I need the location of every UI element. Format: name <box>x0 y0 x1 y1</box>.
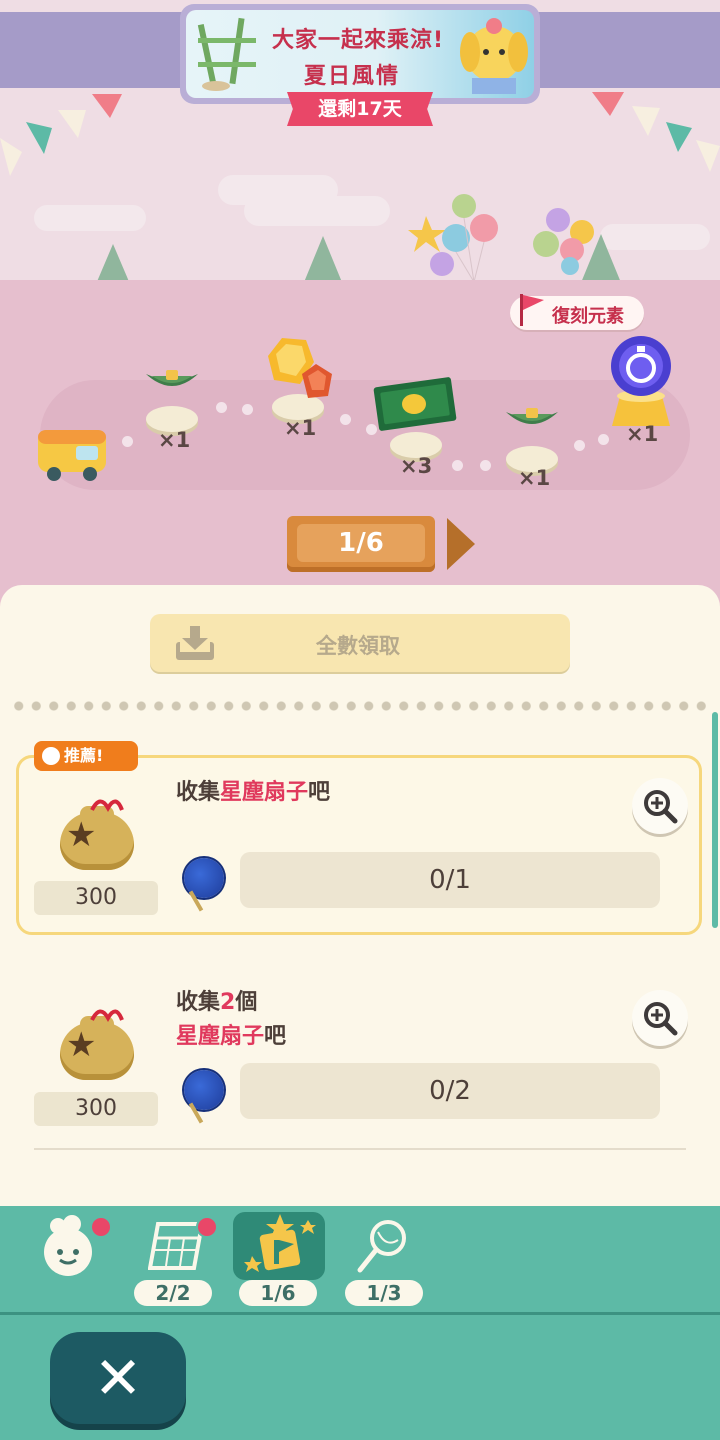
recommend-label: 推薦! <box>64 746 104 765</box>
download-tray-icon <box>176 626 214 660</box>
isabelle-icon <box>460 18 528 94</box>
villager-face-icon <box>42 747 60 765</box>
notification-dot <box>90 1216 112 1238</box>
mission-item-name: 星塵扇子 <box>176 1024 265 1049</box>
card-divider <box>34 1148 686 1150</box>
mission-text: 收集 <box>176 990 221 1015</box>
mission-item-name: 星塵扇子 <box>220 780 309 805</box>
path-dot <box>242 404 253 415</box>
path-dot <box>452 460 463 471</box>
path-dot <box>216 402 227 413</box>
reward-bells: 300 <box>34 881 158 915</box>
reward-quantity: ×1 <box>518 466 551 490</box>
days-remaining-badge: 還剩17天 <box>287 92 433 126</box>
path-dot <box>598 434 609 445</box>
mission-title-line2: 星塵扇子吧 <box>176 1020 286 1054</box>
page-indicator-label: 1/6 <box>297 524 425 562</box>
bunting-left <box>0 94 122 176</box>
reward-quantity: ×1 <box>158 428 191 452</box>
path-dot <box>480 460 491 471</box>
event-title: 大家一起來乘涼! <box>272 28 445 53</box>
reward-path <box>40 380 690 490</box>
event-subtitle: 夏日風情 <box>304 64 401 89</box>
leaf-boat-icon[interactable] <box>504 402 560 434</box>
cloud <box>34 205 146 231</box>
mission-text: 個 <box>235 990 258 1015</box>
scrollbar[interactable] <box>712 712 718 928</box>
balloons-icon <box>408 194 498 283</box>
mission-text: 收集 <box>176 780 221 805</box>
red-flag-icon <box>520 294 544 326</box>
star-icon: ★ <box>66 815 97 855</box>
mission-text: 吧 <box>308 780 331 805</box>
close-icon[interactable]: ✕ <box>50 1332 186 1424</box>
leaf-boat-icon[interactable] <box>144 364 200 396</box>
mission-title: 收集星塵扇子吧 <box>176 776 330 810</box>
mission-text: 吧 <box>264 1024 287 1049</box>
replica-tag-label: 復刻元素 <box>552 306 624 327</box>
event-banner[interactable]: 大家一起來乘涼! 夏日風情 <box>180 4 540 104</box>
camper-van-icon <box>38 430 106 481</box>
mission-count: 2 <box>220 990 236 1015</box>
path-dot <box>340 414 351 425</box>
star-icon: ★ <box>66 1025 97 1065</box>
blue-orb-clock-icon[interactable] <box>606 334 676 428</box>
event-flag-icon <box>244 1214 316 1272</box>
recommend-badge: 推薦! <box>34 741 138 771</box>
bamboo-structure-icon <box>197 17 256 91</box>
magnifier-plus-icon <box>644 1002 678 1036</box>
bunting-right <box>592 92 720 172</box>
claim-all-label: 全數領取 <box>316 634 400 658</box>
reward-quantity: ×1 <box>626 422 659 446</box>
amber-gems-icon[interactable] <box>262 334 336 404</box>
tab-count-event: 1/6 <box>239 1280 317 1306</box>
leaf-ticket-icon[interactable] <box>372 374 458 434</box>
path-dot <box>574 440 585 451</box>
zoom-button[interactable] <box>632 778 688 834</box>
tab-count-net: 1/3 <box>345 1280 423 1306</box>
dotted-divider <box>10 700 710 712</box>
mission-title: 收集2個 <box>176 986 257 1020</box>
mission-progress: 0/1 <box>240 852 660 908</box>
balloons-icon <box>533 208 594 275</box>
reward-bells: 300 <box>34 1092 158 1126</box>
net-icon[interactable] <box>356 1218 412 1274</box>
notification-dot <box>196 1216 218 1238</box>
cloud <box>244 196 390 226</box>
reward-quantity: ×3 <box>400 454 433 478</box>
reward-quantity: ×1 <box>284 416 317 440</box>
tab-count-calendar: 2/2 <box>134 1280 212 1306</box>
magnifier-plus-icon <box>644 790 678 824</box>
path-dot <box>122 436 133 447</box>
next-page-arrow-icon[interactable] <box>447 518 475 570</box>
mission-progress: 0/2 <box>240 1063 660 1119</box>
zoom-button[interactable] <box>632 990 688 1046</box>
